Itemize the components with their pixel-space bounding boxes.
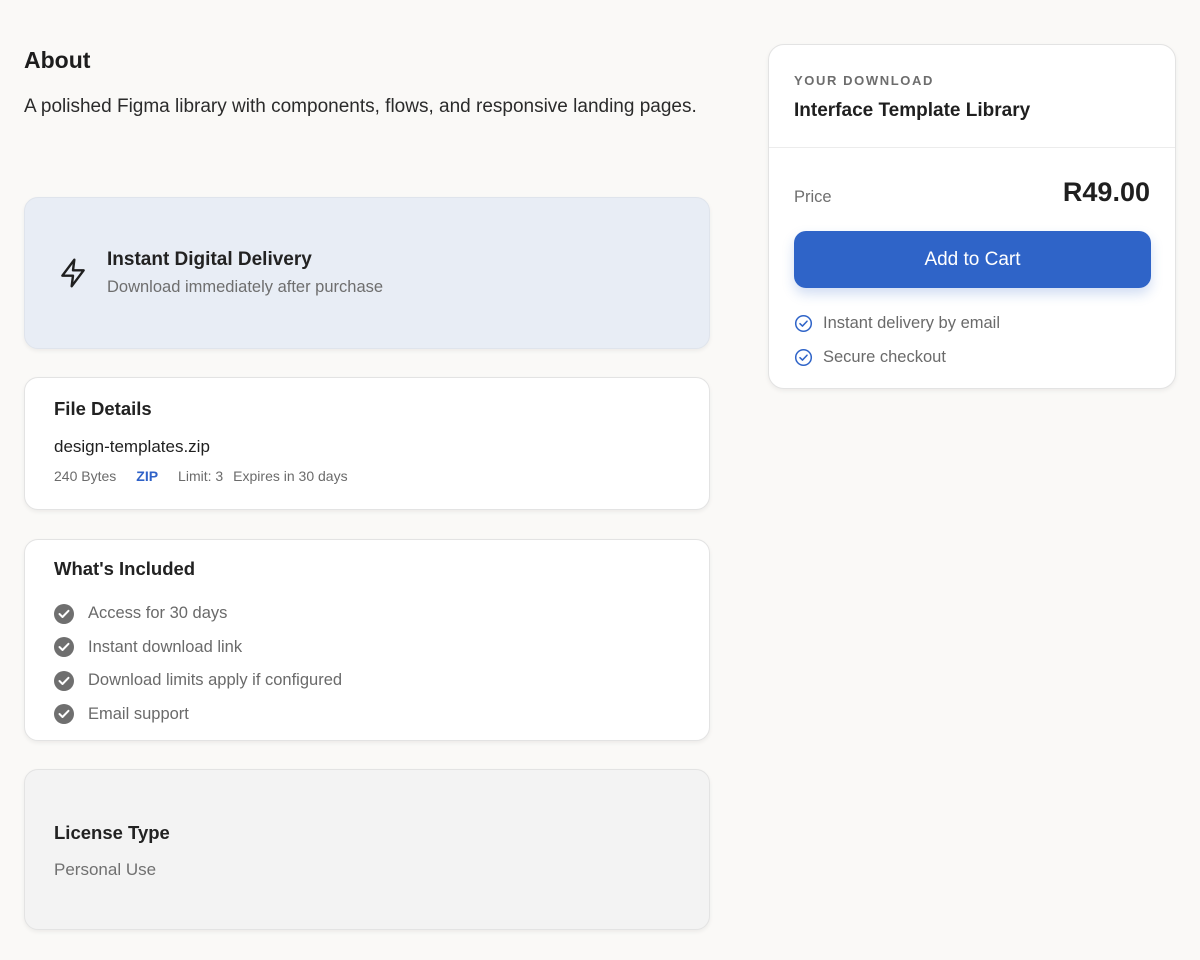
list-item: Download limits apply if configured	[54, 664, 342, 698]
about-description: A polished Figma library with components…	[24, 96, 697, 117]
benefits-list: Instant delivery by email Secure checkou…	[794, 306, 1000, 374]
bolt-icon	[57, 256, 89, 290]
instant-delivery-card: Instant Digital Delivery Download immedi…	[24, 197, 710, 349]
list-item: Email support	[54, 698, 342, 732]
price-value: R49.00	[1062, 177, 1150, 207]
list-item-label: Email support	[88, 704, 189, 723]
purchase-panel-header: YOUR DOWNLOAD Interface Template Library	[769, 45, 1175, 148]
list-item-label: Secure checkout	[823, 347, 946, 366]
file-details-card: File Details design-templates.zip 240 By…	[24, 377, 710, 510]
check-circle-outline-icon	[794, 348, 813, 366]
check-circle-icon	[54, 603, 74, 624]
purchase-panel: YOUR DOWNLOAD Interface Template Library…	[768, 44, 1176, 389]
list-item: Access for 30 days	[54, 597, 342, 631]
whats-included-card: What's Included Access for 30 days Insta…	[24, 539, 710, 741]
list-item-label: Instant download link	[88, 637, 243, 656]
license-type-value: Personal Use	[54, 860, 157, 879]
expiry: Expires in 30 days	[233, 468, 348, 484]
product-name: Interface Template Library	[794, 100, 1031, 121]
list-item: Instant download link	[54, 631, 342, 665]
file-size: 240 Bytes	[54, 468, 117, 484]
download-limit: Limit: 3	[178, 468, 224, 484]
file-meta: 240 Bytes ZIP Limit: 3 Expires in 30 day…	[54, 468, 358, 484]
license-type-card: License Type Personal Use	[24, 769, 710, 930]
list-item: Instant delivery by email	[794, 306, 1000, 340]
list-item-label: Access for 30 days	[88, 604, 228, 623]
included-list: Access for 30 days Instant download link…	[54, 597, 342, 731]
file-details-heading: File Details	[54, 398, 152, 419]
about-heading: About	[24, 47, 91, 73]
list-item: Secure checkout	[794, 340, 1000, 374]
file-name: design-templates.zip	[54, 437, 210, 456]
license-type-heading: License Type	[54, 822, 170, 843]
file-type-badge: ZIP	[136, 468, 159, 484]
delivery-subtitle: Download immediately after purchase	[107, 278, 384, 296]
check-circle-icon	[54, 637, 74, 658]
whats-included-heading: What's Included	[54, 558, 196, 579]
price-label: Price	[794, 188, 832, 206]
check-circle-icon	[54, 704, 74, 725]
list-item-label: Instant delivery by email	[823, 313, 1000, 332]
check-circle-icon	[54, 670, 74, 691]
delivery-title: Instant Digital Delivery	[107, 249, 312, 270]
list-item-label: Download limits apply if configured	[88, 671, 343, 690]
eyebrow-label: YOUR DOWNLOAD	[794, 73, 934, 88]
check-circle-outline-icon	[794, 314, 813, 332]
add-to-cart-button[interactable]: Add to Cart	[794, 231, 1151, 288]
